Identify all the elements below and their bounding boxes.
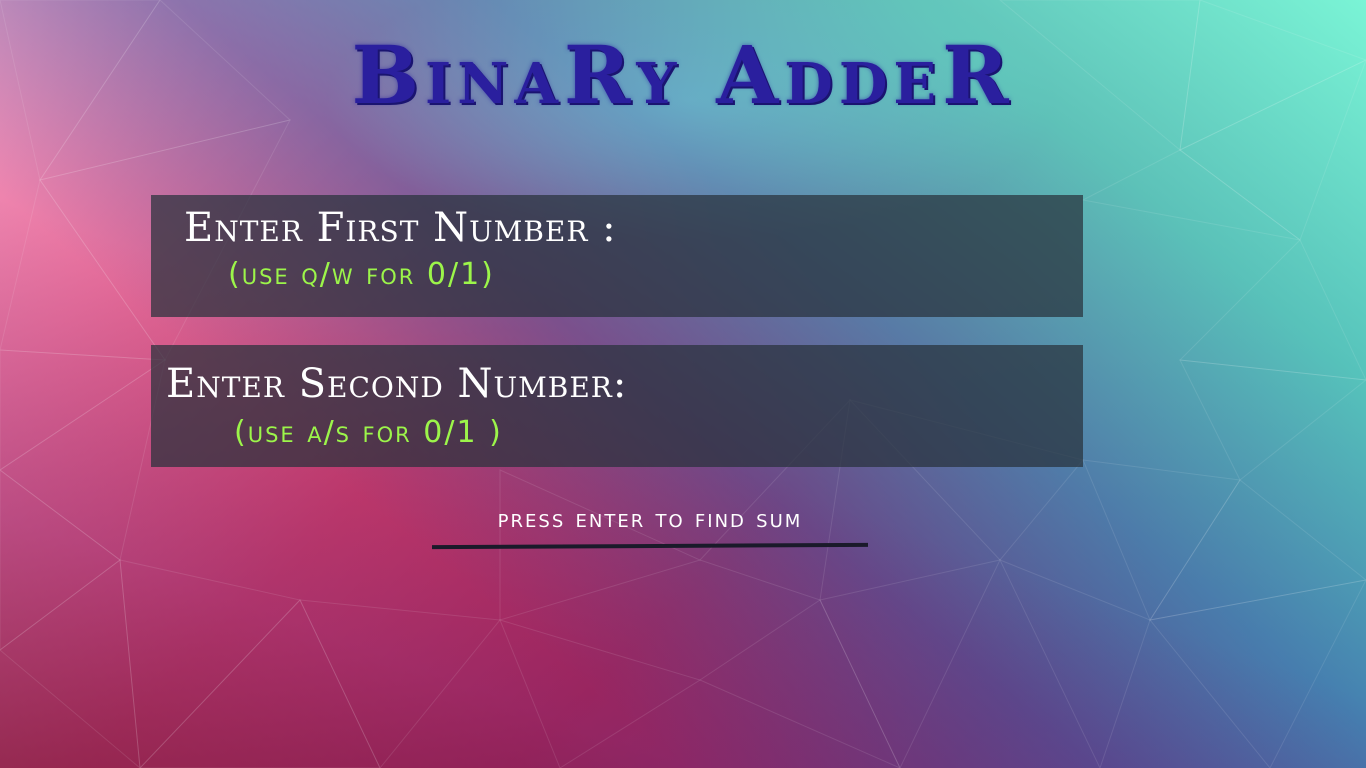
second-number-hint: (use a/s for 0/1 ) [234, 415, 503, 450]
app-title: BinaRy AddeR [351, 28, 1015, 122]
second-number-panel[interactable]: Enter Second Number: (use a/s for 0/1 ) [151, 345, 1083, 467]
press-enter-prompt: press enter to find sum [497, 504, 803, 534]
first-number-hint: (use q/w for 0/1) [228, 257, 495, 292]
first-number-label: Enter First Number : [184, 205, 617, 251]
first-number-panel[interactable]: Enter First Number : (use q/w for 0/1) [151, 195, 1083, 317]
second-number-label: Enter Second Number: [166, 361, 628, 407]
